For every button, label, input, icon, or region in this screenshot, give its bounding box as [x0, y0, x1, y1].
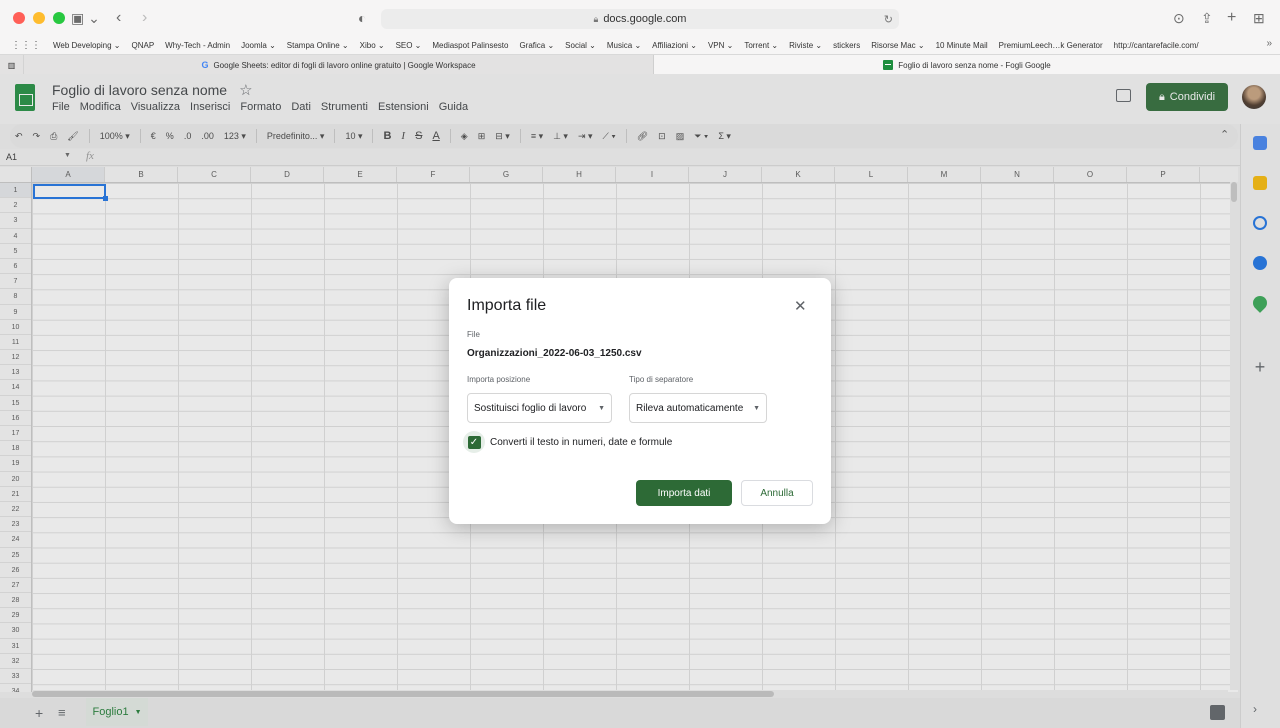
import-location-label: Importa posizione [467, 375, 531, 384]
new-tab-icon[interactable]: + [1227, 9, 1236, 27]
tab-sidebar-icon[interactable]: ▥ [0, 55, 24, 75]
share-icon[interactable]: ⇪ [1201, 9, 1213, 27]
bookmark-item[interactable]: http://cantarefacile.com/ [1114, 41, 1199, 50]
back-icon[interactable]: ‹ [116, 9, 121, 27]
convert-text-checkbox[interactable]: ✓ [463, 431, 485, 453]
bookmark-item[interactable]: Stampa Online ⌄ [287, 41, 349, 50]
address-bar[interactable]: 🔒︎ docs.google.com ↻ [381, 9, 899, 29]
separator-type-select[interactable]: Rileva automaticamente ▼ [629, 393, 767, 423]
sheets-favicon-icon [883, 60, 894, 70]
import-data-button[interactable]: Importa dati [636, 480, 732, 506]
google-favicon-icon: G [201, 60, 209, 70]
close-icon[interactable]: ✕ [794, 297, 807, 315]
chevron-down-icon: ▼ [598, 404, 605, 412]
downloads-icon[interactable]: ⊙ [1173, 9, 1185, 27]
window-controls [13, 12, 65, 24]
chevron-down-icon: ▼ [753, 404, 760, 412]
browser-tab-sheets[interactable]: Foglio di lavoro senza nome - Fogli Goog… [654, 55, 1280, 75]
reload-icon[interactable]: ↻ [884, 13, 893, 26]
close-window-button[interactable] [13, 12, 25, 24]
bookmark-item[interactable]: Joomla ⌄ [241, 41, 276, 50]
browser-tab-workspace[interactable]: G Google Sheets: editor di fogli di lavo… [24, 55, 654, 75]
bookmark-item[interactable]: SEO ⌄ [396, 41, 422, 50]
file-name: Organizzazioni_2022-06-03_1250.csv [467, 348, 642, 359]
bookmarks-bar: ⋮⋮⋮ Web Developing ⌄ QNAP Why-Tech - Adm… [0, 36, 1280, 54]
separator-type-label: Tipo di separatore [629, 375, 694, 384]
privacy-shield-icon[interactable]: ◐ [358, 9, 366, 27]
import-location-select[interactable]: Sostituisci foglio di lavoro ▼ [467, 393, 612, 423]
bookmark-item[interactable]: Affiliazioni ⌄ [652, 41, 697, 50]
checkmark-icon: ✓ [467, 435, 481, 449]
fullscreen-window-button[interactable] [53, 12, 65, 24]
browser-titlebar: ▣ ⌄ ‹ › ◐ 🔒︎ docs.google.com ↻ ⊙ ⇪ + ⊞ [0, 0, 1280, 36]
bookmark-item[interactable]: Mediaspot Palinsesto [432, 41, 508, 50]
lock-icon: 🔒︎ [593, 13, 599, 24]
bookmark-item[interactable]: Risorse Mac ⌄ [871, 41, 924, 50]
forward-icon[interactable]: › [142, 9, 147, 27]
bookmarks-overflow-icon[interactable]: » [1266, 38, 1272, 49]
bookmark-item[interactable]: Grafica ⌄ [519, 41, 554, 50]
bookmark-item[interactable]: Riviste ⌄ [789, 41, 822, 50]
bookmark-item[interactable]: Xibo ⌄ [360, 41, 385, 50]
bookmark-item[interactable]: VPN ⌄ [708, 41, 733, 50]
bookmark-item[interactable]: Musica ⌄ [607, 41, 641, 50]
bookmark-item[interactable]: QNAP [131, 41, 154, 50]
tab-overview-icon[interactable]: ⊞ [1253, 9, 1265, 27]
bookmark-item[interactable]: stickers [833, 41, 860, 50]
bookmarks-grid-icon[interactable]: ⋮⋮⋮ [11, 40, 41, 51]
tab-label: Google Sheets: editor di fogli di lavoro… [213, 60, 476, 70]
bookmark-item[interactable]: Web Developing ⌄ [53, 41, 120, 50]
bookmark-item[interactable]: Why-Tech - Admin [165, 41, 230, 50]
import-location-value: Sostituisci foglio di lavoro [474, 402, 587, 414]
separator-type-value: Rileva automaticamente [636, 402, 744, 414]
bookmark-item[interactable]: Social ⌄ [565, 41, 596, 50]
browser-tabbar: ▥ G Google Sheets: editor di fogli di la… [0, 54, 1280, 75]
cancel-button[interactable]: Annulla [741, 480, 813, 506]
minimize-window-button[interactable] [33, 12, 45, 24]
bookmark-item[interactable]: PremiumLeech…k Generator [999, 41, 1103, 50]
tab-label: Foglio di lavoro senza nome - Fogli Goog… [898, 60, 1051, 70]
dialog-title: Importa file [467, 297, 547, 314]
bookmark-item[interactable]: 10 Minute Mail [936, 41, 988, 50]
convert-text-label[interactable]: Converti il testo in numeri, date e form… [490, 437, 672, 448]
sidebar-toggle-icon[interactable]: ▣ ⌄ [71, 9, 100, 27]
bookmark-item[interactable]: Torrent ⌄ [744, 41, 778, 50]
file-label: File [467, 330, 480, 339]
url-text: docs.google.com [603, 13, 687, 25]
import-file-dialog: Importa file ✕ File Organizzazioni_2022-… [449, 278, 831, 524]
